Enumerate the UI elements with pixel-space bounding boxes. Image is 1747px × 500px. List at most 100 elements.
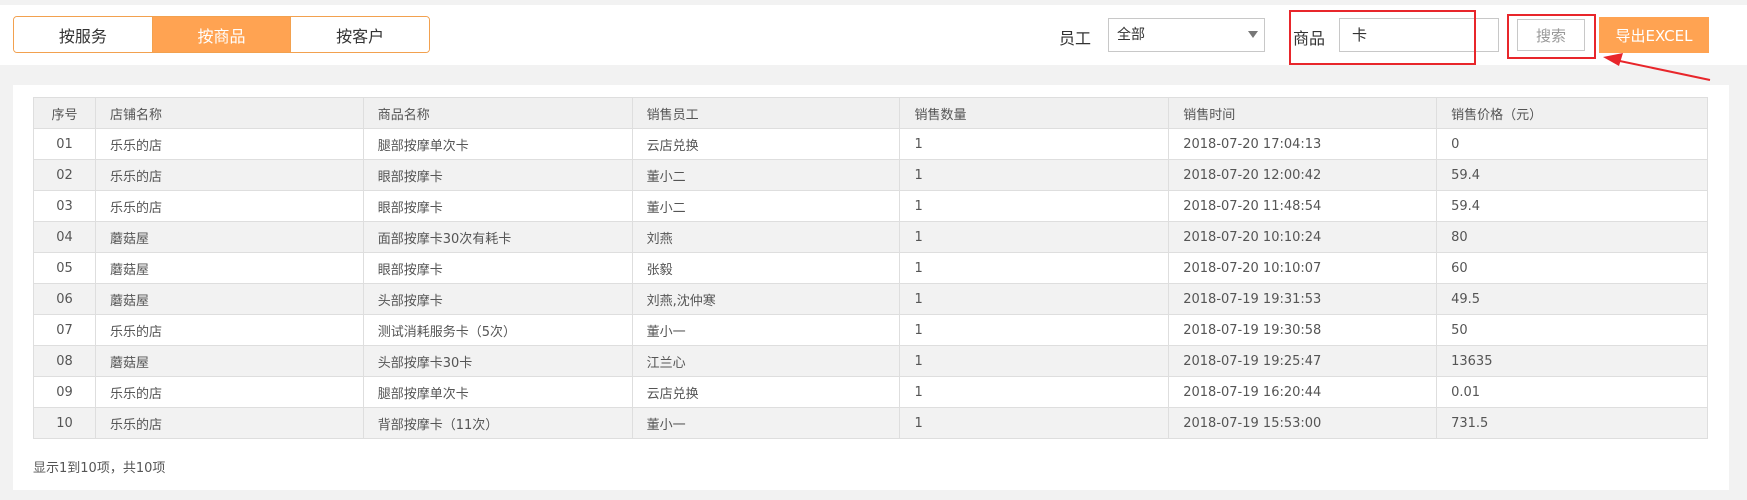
table-row: 09 乐乐的店 腿部按摩单次卡 云店兑换 1 2018-07-19 16:20:44 0.0… bbox=[33, 376, 1708, 408]
column-header[interactable]: 销售时间 bbox=[1168, 97, 1438, 129]
table-cell: 02 bbox=[33, 159, 96, 191]
table-cell: 10 bbox=[33, 407, 96, 439]
table-row: 06 蘑菇屋 头部按摩卡 刘燕,沈仲寒 1 2018-07-19 19:31:53 49.5 bbox=[33, 283, 1708, 315]
view-tabs: 按服务 按商品 按客户 bbox=[13, 16, 430, 53]
table-cell: 眼部按摩卡 bbox=[362, 190, 633, 222]
table-cell: 云店兑换 bbox=[631, 128, 901, 160]
table-cell: 1 bbox=[899, 159, 1170, 191]
table-cell: 刘燕,沈仲寒 bbox=[631, 283, 901, 315]
results-panel: 序号 店铺名称 商品名称 销售员工 销售数量 销售时间 销售价格（元） 01 乐乐… bbox=[13, 85, 1729, 490]
table-cell: 1 bbox=[899, 376, 1170, 408]
table-cell: 眼部按摩卡 bbox=[362, 252, 633, 284]
table-cell: 乐乐的店 bbox=[94, 314, 364, 346]
table-cell: 蘑菇屋 bbox=[94, 283, 364, 315]
table-cell: 董小二 bbox=[631, 159, 901, 191]
table-cell: 乐乐的店 bbox=[94, 190, 364, 222]
table-cell: 头部按摩卡30卡 bbox=[362, 345, 633, 377]
table-cell: 01 bbox=[33, 128, 96, 160]
column-header[interactable]: 销售价格（元） bbox=[1436, 97, 1708, 129]
table-cell: 04 bbox=[33, 221, 96, 253]
table-cell: 1 bbox=[899, 190, 1170, 222]
table-row: 10 乐乐的店 背部按摩卡（11次） 董小一 1 2018-07-19 15:53:00 7… bbox=[33, 407, 1708, 439]
table-cell: 06 bbox=[33, 283, 96, 315]
table-cell: 江兰心 bbox=[631, 345, 901, 377]
table-cell: 乐乐的店 bbox=[94, 159, 364, 191]
table-cell: 1 bbox=[899, 252, 1170, 284]
table-cell: 49.5 bbox=[1436, 283, 1708, 315]
table-cell: 1 bbox=[899, 314, 1170, 346]
employee-label: 员工 bbox=[1059, 29, 1092, 48]
table-cell: 头部按摩卡 bbox=[362, 283, 633, 315]
table-cell: 蘑菇屋 bbox=[94, 221, 364, 253]
table-cell: 董小二 bbox=[631, 190, 901, 222]
table-cell: 2018-07-20 17:04:13 bbox=[1168, 128, 1438, 160]
table-cell: 59.4 bbox=[1436, 190, 1708, 222]
table-cell: 眼部按摩卡 bbox=[362, 159, 633, 191]
table-cell: 1 bbox=[899, 221, 1170, 253]
table-cell: 05 bbox=[33, 252, 96, 284]
table-cell: 2018-07-19 19:25:47 bbox=[1168, 345, 1438, 377]
table-cell: 刘燕 bbox=[631, 221, 901, 253]
toolbar: 按服务 按商品 按客户 员工 全部 商品 卡 搜索 导出EXCEL bbox=[0, 5, 1747, 65]
table-cell: 1 bbox=[899, 407, 1170, 439]
table-cell: 乐乐的店 bbox=[94, 376, 364, 408]
employee-select-value: 全部 bbox=[1117, 27, 1145, 43]
chevron-down-icon bbox=[1248, 31, 1258, 38]
table-cell: 1 bbox=[899, 345, 1170, 377]
table-cell: 2018-07-19 15:53:00 bbox=[1168, 407, 1438, 439]
table-cell: 08 bbox=[33, 345, 96, 377]
column-header[interactable]: 店铺名称 bbox=[94, 97, 364, 129]
employee-select[interactable]: 全部 bbox=[1108, 18, 1265, 52]
table-row: 07 乐乐的店 测试消耗服务卡（5次） 董小一 1 2018-07-19 19:30:58… bbox=[33, 314, 1708, 346]
table-cell: 乐乐的店 bbox=[94, 407, 364, 439]
column-header[interactable]: 商品名称 bbox=[362, 97, 633, 129]
table-row: 01 乐乐的店 腿部按摩单次卡 云店兑换 1 2018-07-20 17:04:13 0 bbox=[33, 128, 1708, 160]
table-row: 04 蘑菇屋 面部按摩卡30次有耗卡 刘燕 1 2018-07-20 10:10:24 80 bbox=[33, 221, 1708, 253]
table-cell: 面部按摩卡30次有耗卡 bbox=[362, 221, 633, 253]
highlight-search-button bbox=[1507, 14, 1596, 59]
table-cell: 03 bbox=[33, 190, 96, 222]
tab-by-service[interactable]: 按服务 bbox=[14, 17, 153, 52]
table-cell: 13635 bbox=[1436, 345, 1708, 377]
column-header[interactable]: 销售员工 bbox=[631, 97, 901, 129]
table-cell: 80 bbox=[1436, 221, 1708, 253]
table-cell: 2018-07-20 12:00:42 bbox=[1168, 159, 1438, 191]
table-cell: 0.01 bbox=[1436, 376, 1708, 408]
table-cell: 59.4 bbox=[1436, 159, 1708, 191]
table-cell: 2018-07-20 10:10:24 bbox=[1168, 221, 1438, 253]
table-cell: 腿部按摩单次卡 bbox=[362, 376, 633, 408]
table-cell: 60 bbox=[1436, 252, 1708, 284]
table-row: 08 蘑菇屋 头部按摩卡30卡 江兰心 1 2018-07-19 19:25:47 1363… bbox=[33, 345, 1708, 377]
tab-by-customer[interactable]: 按客户 bbox=[291, 17, 429, 52]
table-cell: 张毅 bbox=[631, 252, 901, 284]
highlight-product-filter bbox=[1289, 10, 1476, 65]
export-excel-button[interactable]: 导出EXCEL bbox=[1599, 17, 1709, 53]
table-cell: 2018-07-19 19:30:58 bbox=[1168, 314, 1438, 346]
table-cell: 2018-07-19 16:20:44 bbox=[1168, 376, 1438, 408]
column-header[interactable]: 销售数量 bbox=[899, 97, 1170, 129]
table-cell: 蘑菇屋 bbox=[94, 252, 364, 284]
table-cell: 09 bbox=[33, 376, 96, 408]
table-cell: 腿部按摩单次卡 bbox=[362, 128, 633, 160]
table-cell: 背部按摩卡（11次） bbox=[362, 407, 633, 439]
pagination-summary: 显示1到10项，共10项 bbox=[33, 461, 166, 476]
table-cell: 07 bbox=[33, 314, 96, 346]
table-cell: 731.5 bbox=[1436, 407, 1708, 439]
table-row: 02 乐乐的店 眼部按摩卡 董小二 1 2018-07-20 12:00:42 59.4 bbox=[33, 159, 1708, 191]
table-row: 03 乐乐的店 眼部按摩卡 董小二 1 2018-07-20 11:48:54 59.4 bbox=[33, 190, 1708, 222]
annotation-arrow-icon bbox=[1603, 53, 1711, 81]
table-cell: 1 bbox=[899, 283, 1170, 315]
tab-by-product[interactable]: 按商品 bbox=[152, 17, 292, 52]
table-cell: 1 bbox=[899, 128, 1170, 160]
table-cell: 董小一 bbox=[631, 407, 901, 439]
table-cell: 2018-07-20 10:10:07 bbox=[1168, 252, 1438, 284]
table-cell: 董小一 bbox=[631, 314, 901, 346]
table-cell: 0 bbox=[1436, 128, 1708, 160]
table-row: 05 蘑菇屋 眼部按摩卡 张毅 1 2018-07-20 10:10:07 60 bbox=[33, 252, 1708, 284]
table-cell: 测试消耗服务卡（5次） bbox=[362, 314, 633, 346]
table-cell: 云店兑换 bbox=[631, 376, 901, 408]
sales-table: 序号 店铺名称 商品名称 销售员工 销售数量 销售时间 销售价格（元） 01 乐乐… bbox=[33, 97, 1708, 439]
column-header[interactable]: 序号 bbox=[33, 97, 96, 129]
table-header-row: 序号 店铺名称 商品名称 销售员工 销售数量 销售时间 销售价格（元） bbox=[33, 97, 1708, 129]
table-cell: 50 bbox=[1436, 314, 1708, 346]
